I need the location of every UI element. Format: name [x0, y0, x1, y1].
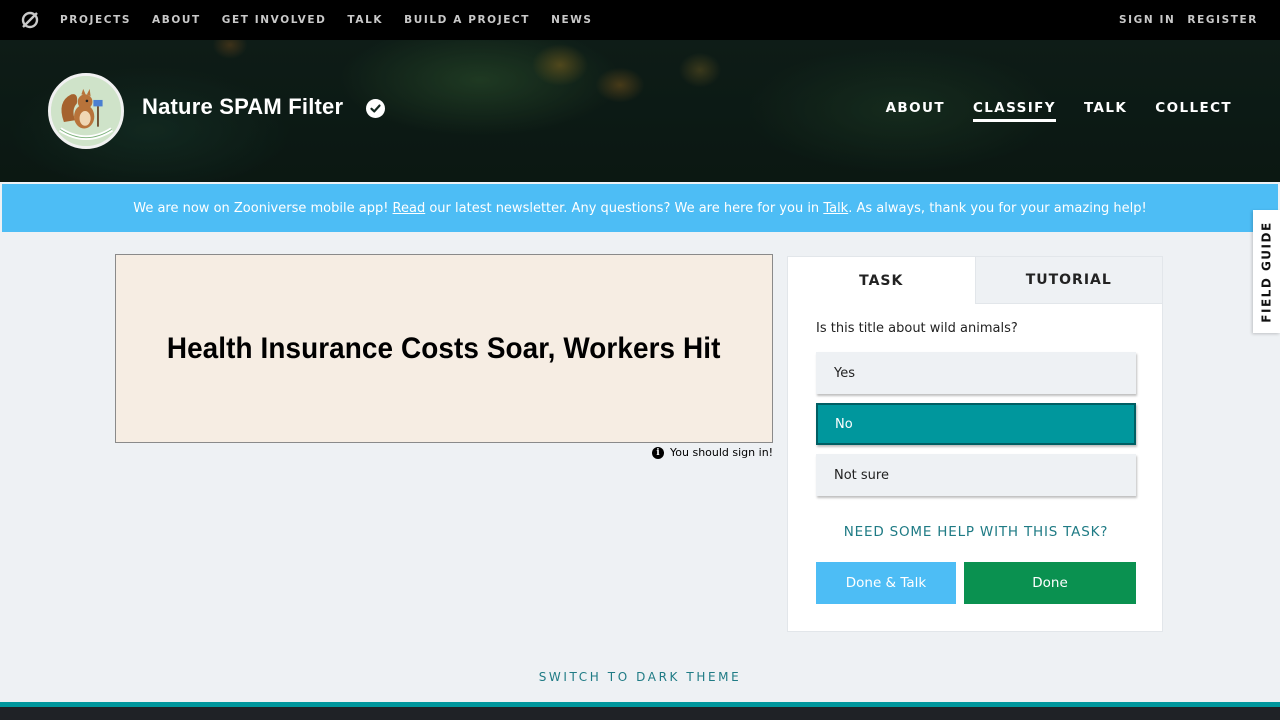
done-and-talk-button[interactable]: Done & Talk: [816, 562, 956, 604]
top-nav-get-involved[interactable]: GET INVOLVED: [222, 14, 327, 26]
auth-links: SIGN IN REGISTER: [1119, 14, 1258, 26]
subject-viewer: Health Insurance Costs Soar, Workers Hit: [115, 254, 773, 443]
task-tabs: TASK TUTORIAL: [788, 257, 1162, 304]
announcement-banner: We are now on Zooniverse mobile app! Rea…: [2, 184, 1278, 232]
top-nav-about[interactable]: ABOUT: [152, 14, 201, 26]
signin-note-text: You should sign in!: [670, 446, 774, 459]
answer-not-sure[interactable]: Not sure: [816, 454, 1136, 496]
tab-tutorial[interactable]: TUTORIAL: [974, 257, 1162, 304]
top-nav-talk[interactable]: TALK: [347, 14, 383, 26]
subject-title: Health Insurance Costs Soar, Workers Hit: [167, 331, 721, 365]
project-nav: ABOUT CLASSIFY TALK COLLECT: [886, 100, 1232, 122]
top-nav-projects[interactable]: PROJECTS: [60, 14, 131, 26]
task-question: Is this title about wild animals?: [816, 321, 1018, 336]
zooniverse-logo-icon[interactable]: [20, 10, 40, 30]
project-nav-classify[interactable]: CLASSIFY: [972, 100, 1056, 122]
announcement-text-3: . As always, thank you for your amazing …: [848, 200, 1147, 216]
answer-no[interactable]: No: [816, 403, 1136, 445]
project-nav-about[interactable]: ABOUT: [886, 100, 945, 122]
info-icon: i: [652, 446, 664, 459]
answer-yes[interactable]: Yes: [816, 352, 1136, 394]
field-guide-tab[interactable]: FIELD GUIDE: [1253, 210, 1280, 333]
project-nav-talk[interactable]: TALK: [1084, 100, 1127, 122]
sign-in-link[interactable]: SIGN IN: [1119, 14, 1175, 26]
squirrel-logo-icon: [51, 76, 121, 146]
project-avatar[interactable]: [48, 73, 124, 149]
project-title[interactable]: Nature SPAM Filter: [142, 94, 343, 120]
done-button[interactable]: Done: [964, 562, 1136, 604]
announcement-text-1: We are now on Zooniverse mobile app!: [133, 200, 393, 216]
footer: [0, 707, 1280, 720]
announcement-read-link[interactable]: Read: [393, 201, 426, 216]
task-panel: TASK TUTORIAL Is this title about wild a…: [787, 256, 1163, 632]
task-help-link[interactable]: NEED SOME HELP WITH THIS TASK?: [788, 524, 1164, 540]
project-header: Nature SPAM Filter ABOUT CLASSIFY TALK C…: [0, 40, 1280, 182]
tab-task[interactable]: TASK: [788, 257, 975, 304]
field-guide-label: FIELD GUIDE: [1259, 220, 1274, 323]
register-link[interactable]: REGISTER: [1187, 14, 1258, 26]
top-nav-build-a-project[interactable]: BUILD A PROJECT: [404, 14, 530, 26]
announcement-text-2: our latest newsletter. Any questions? We…: [425, 200, 824, 216]
announcement-talk-link[interactable]: Talk: [823, 201, 848, 216]
signin-note: i You should sign in!: [652, 446, 773, 459]
project-nav-collect[interactable]: COLLECT: [1155, 100, 1232, 122]
top-bar: PROJECTS ABOUT GET INVOLVED TALK BUILD A…: [0, 0, 1280, 40]
top-nav: PROJECTS ABOUT GET INVOLVED TALK BUILD A…: [60, 14, 614, 26]
top-nav-news[interactable]: NEWS: [551, 14, 593, 26]
verified-badge-icon: [366, 99, 385, 118]
switch-theme-link[interactable]: SWITCH TO DARK THEME: [0, 670, 1280, 684]
